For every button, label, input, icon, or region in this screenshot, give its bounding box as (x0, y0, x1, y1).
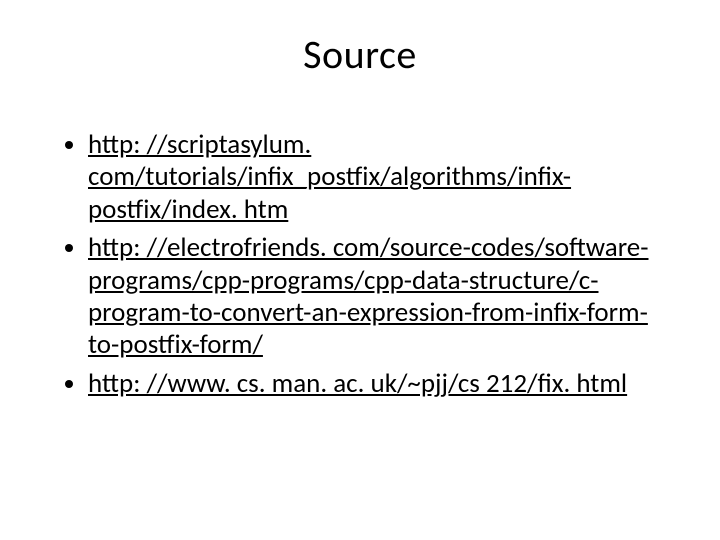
source-list: http: //scriptasylum. com/tutorials/infi… (60, 129, 660, 400)
source-link-2[interactable]: http: //electrofriends. com/source-codes… (88, 231, 649, 361)
list-item: http: //www. cs. man. ac. uk/~pjj/cs 212… (88, 368, 660, 400)
list-item: http: //scriptasylum. com/tutorials/infi… (88, 129, 660, 226)
slide: Source http: //scriptasylum. com/tutoria… (0, 0, 720, 540)
page-title: Source (60, 30, 660, 79)
list-item: http: //electrofriends. com/source-codes… (88, 232, 660, 362)
source-link-3[interactable]: http: //www. cs. man. ac. uk/~pjj/cs 212… (88, 367, 627, 400)
source-link-1[interactable]: http: //scriptasylum. com/tutorials/infi… (88, 128, 571, 226)
